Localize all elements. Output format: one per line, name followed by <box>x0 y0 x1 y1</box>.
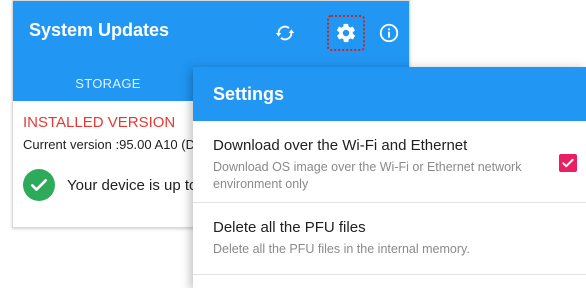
settings-header: Settings <box>193 67 586 121</box>
update-status-text: Your device is up to d <box>67 176 210 194</box>
tab-storage[interactable]: STORAGE <box>13 65 203 101</box>
pref-title: Delete all the PFU files <box>213 219 366 236</box>
check-circle-icon <box>23 169 55 201</box>
settings-button[interactable] <box>327 15 365 51</box>
update-status-row: Your device is up to d <box>23 168 210 202</box>
pref-delete-pfu-files[interactable]: Delete all the PFU files Delete all the … <box>193 203 586 275</box>
gear-icon <box>336 23 356 43</box>
installed-version-heading: INSTALLED VERSION <box>23 114 176 131</box>
settings-panel: Settings Download over the Wi-Fi and Eth… <box>193 67 586 288</box>
info-button[interactable] <box>375 19 403 47</box>
pref-title: Download over the Wi-Fi and Ethernet <box>213 137 468 154</box>
refresh-button[interactable] <box>271 19 299 47</box>
settings-title: Settings <box>213 84 285 104</box>
app-title: System Updates <box>29 20 170 40</box>
pref-download-wifi-ethernet[interactable]: Download over the Wi-Fi and Ethernet Dow… <box>193 121 586 203</box>
current-version-text: Current version :95.00 A10 (Dec <box>23 137 209 152</box>
checkmark-icon <box>562 158 574 168</box>
wifi-only-checkbox[interactable] <box>559 154 577 172</box>
pref-summary: Delete all the PFU files in the internal… <box>213 242 470 256</box>
app-bar: System Updates <box>13 1 409 65</box>
info-icon <box>379 23 399 43</box>
refresh-icon <box>275 25 295 41</box>
pref-summary: Download OS image over the Wi-Fi or Ethe… <box>213 160 522 191</box>
